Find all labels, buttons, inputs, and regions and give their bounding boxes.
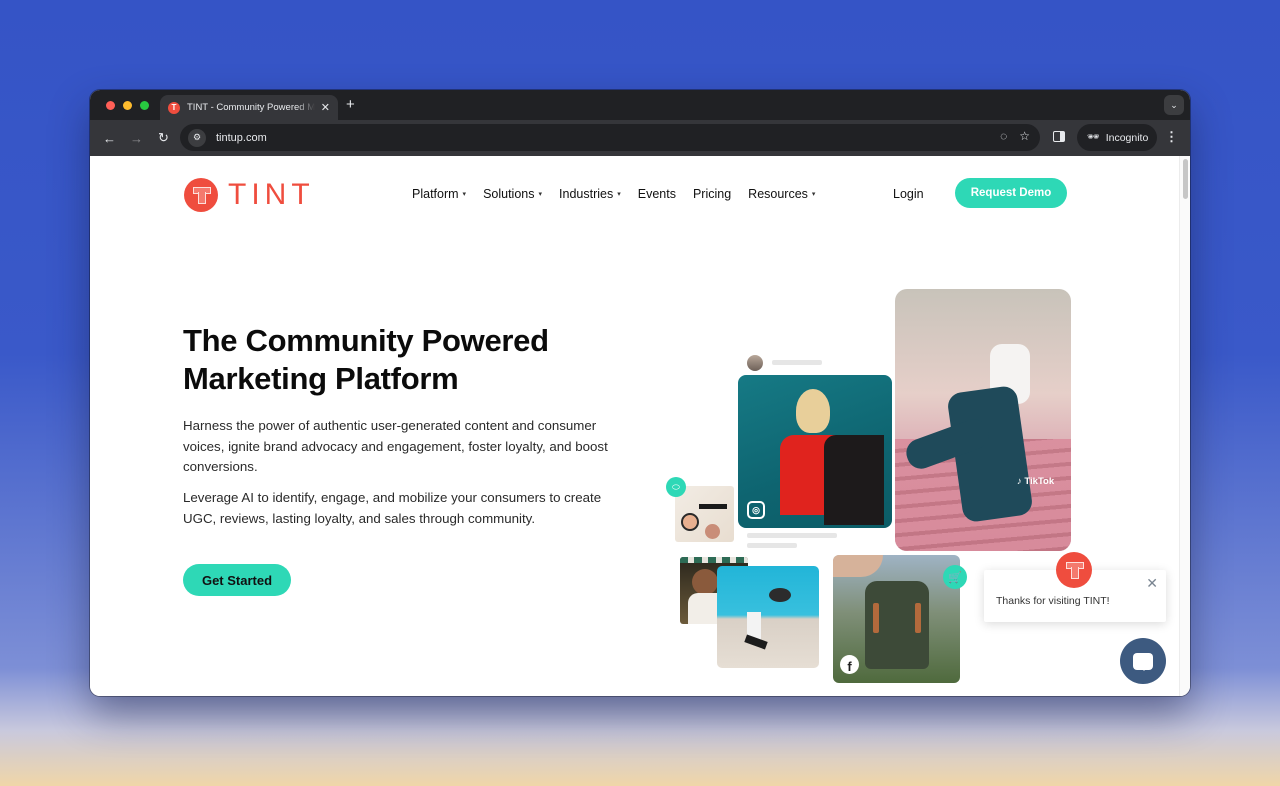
- nav-industries[interactable]: Industries ▾: [559, 187, 621, 201]
- get-started-button[interactable]: Get Started: [183, 564, 291, 596]
- caret-down-icon: ▾: [811, 191, 816, 198]
- hero-paragraph-2: Leverage AI to identify, engage, and mob…: [183, 490, 602, 526]
- facebook-post-image: f: [833, 555, 960, 683]
- tint-logo-icon: [1066, 562, 1084, 579]
- user-avatar: [747, 355, 763, 371]
- instagram-post-image: ◎: [738, 375, 892, 528]
- page-scrollbar[interactable]: [1179, 156, 1190, 696]
- address-bar[interactable]: ⚙ tintup.com ◌ ☆: [180, 124, 1040, 151]
- tint-logo-icon: [184, 178, 218, 212]
- tag-icon: ⬭: [666, 477, 686, 497]
- incognito-label: Incognito: [1105, 131, 1149, 144]
- new-tab-button[interactable]: +: [346, 96, 355, 113]
- nav-platform[interactable]: Platform ▾: [412, 187, 466, 201]
- site-info-icon[interactable]: ⚙: [188, 128, 206, 147]
- request-demo-button[interactable]: Request Demo: [955, 178, 1067, 208]
- caret-down-icon: ▾: [538, 191, 543, 198]
- main-nav: Platform ▾ Solutions ▾ Industries ▾ Events …: [412, 187, 832, 201]
- nav-events[interactable]: Events: [638, 187, 676, 201]
- incognito-profile-button[interactable]: 🕶 Incognito: [1077, 124, 1157, 151]
- tab-bar: T TINT - Community Powered Marketing Pla…: [90, 90, 1190, 120]
- tiktok-label: ♪ TikTok: [1017, 476, 1055, 487]
- nav-solutions[interactable]: Solutions ▾: [483, 187, 542, 201]
- close-window-button[interactable]: [106, 101, 115, 110]
- tab-search-chevron-icon[interactable]: ⌄: [1164, 95, 1184, 115]
- nav-label: Solutions: [483, 187, 535, 201]
- instagram-icon: ◎: [747, 501, 765, 519]
- person-photo: [778, 387, 884, 525]
- backpack-photo: [865, 581, 929, 669]
- hero-title: The Community Powered Marketing Platform: [183, 323, 549, 396]
- chat-agent-avatar: [1056, 552, 1092, 588]
- caret-down-icon: ▾: [462, 191, 467, 198]
- tint-logo[interactable]: TINT: [184, 178, 315, 212]
- tab-close-icon[interactable]: ✕: [321, 101, 330, 114]
- placeholder-line: [747, 533, 837, 538]
- placeholder-line: [772, 360, 822, 365]
- scrollbar-thumb[interactable]: [1183, 159, 1188, 199]
- nav-resources[interactable]: Resources ▾: [748, 187, 815, 201]
- login-link[interactable]: Login: [893, 187, 924, 201]
- nav-label: Industries: [559, 187, 614, 201]
- reload-icon[interactable]: ↻: [150, 130, 177, 146]
- forward-icon[interactable]: →: [123, 131, 150, 146]
- makeup-post-image: [675, 486, 734, 542]
- back-icon[interactable]: ←: [96, 131, 123, 146]
- chat-bubble-icon: [1133, 652, 1153, 671]
- hero-paragraph-1: Harness the power of authentic user-gene…: [183, 418, 608, 475]
- incognito-icon: 🕶: [1087, 132, 1100, 143]
- tint-favicon-icon: T: [168, 101, 180, 114]
- placeholder-line: [747, 543, 797, 548]
- browser-window: T TINT - Community Powered Marketing Pla…: [90, 90, 1190, 696]
- nav-label: Pricing: [692, 187, 732, 201]
- chat-launcher-button[interactable]: [1120, 638, 1166, 684]
- browser-menu-icon[interactable]: ⋮: [1165, 129, 1178, 145]
- tracking-protection-eye-off-icon[interactable]: ◌: [1000, 129, 1007, 143]
- tab-title: TINT - Community Powered Marketing Platf…: [187, 102, 315, 113]
- bookmark-star-icon[interactable]: ☆: [1019, 129, 1030, 143]
- browser-toolbar: ← → ↻ ⚙ tintup.com ◌ ☆ 🕶 Incognito ⋮: [90, 120, 1190, 156]
- nav-label: Resources: [748, 187, 808, 201]
- logo-text: TINT: [228, 178, 315, 211]
- tiktok-post-image: ♪ TikTok: [895, 289, 1071, 551]
- nav-pricing[interactable]: Pricing: [693, 187, 731, 201]
- close-icon[interactable]: ✕: [1146, 575, 1158, 592]
- nav-label: Platform: [412, 187, 459, 201]
- shopping-cart-icon: 🛒: [943, 565, 967, 589]
- caret-down-icon: ▾: [617, 191, 621, 198]
- browser-tab[interactable]: T TINT - Community Powered Marketing Pla…: [160, 95, 338, 120]
- nav-label: Events: [637, 187, 676, 201]
- url-text[interactable]: tintup.com: [216, 132, 267, 144]
- window-controls: [106, 101, 149, 110]
- maximize-window-button[interactable]: [140, 101, 149, 110]
- chat-message: Thanks for visiting TINT!: [996, 595, 1110, 607]
- minimize-window-button[interactable]: [123, 101, 132, 110]
- facebook-icon: f: [840, 655, 859, 674]
- pool-post-image: [717, 566, 819, 668]
- webpage: TINT Platform ▾ Solutions ▾ Industries ▾ Ev…: [90, 156, 1190, 696]
- side-panel-icon[interactable]: [1053, 131, 1065, 142]
